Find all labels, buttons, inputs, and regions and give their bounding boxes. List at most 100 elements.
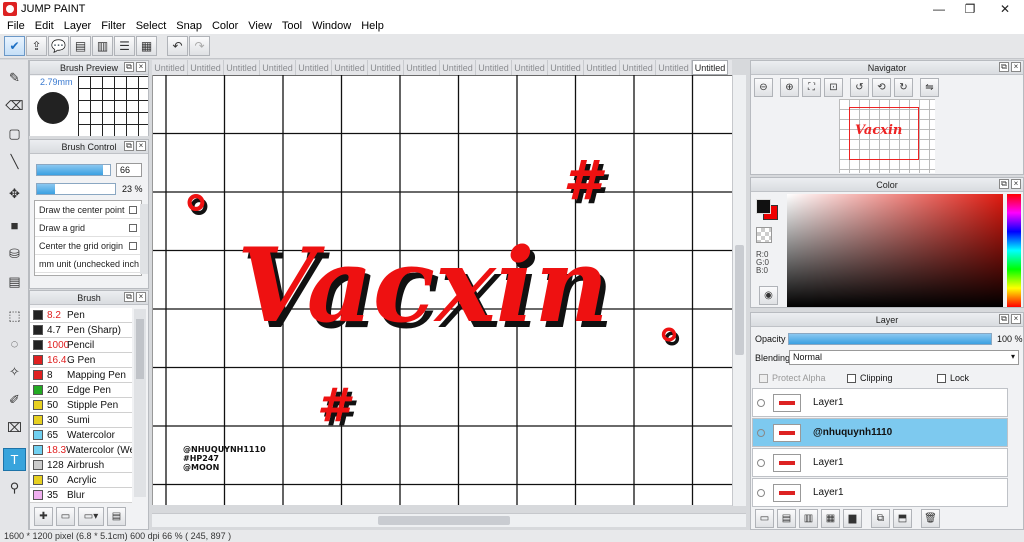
layer-opacity-slider[interactable] xyxy=(788,333,992,345)
duplicate-layer-icon[interactable]: ⧉ xyxy=(871,508,890,528)
navigator-thumbnail[interactable]: Vacxin xyxy=(839,99,935,173)
move-tool-icon[interactable]: ✥ xyxy=(3,182,26,205)
menu-color[interactable]: Color xyxy=(207,20,243,32)
document-tab[interactable]: Untitled xyxy=(368,60,404,75)
zoom-out-icon[interactable]: ⊖ xyxy=(754,78,773,97)
document-tab[interactable]: Untitled xyxy=(404,60,440,75)
transparent-color-icon[interactable] xyxy=(756,227,772,243)
brush-item[interactable]: 18.3 Watercolor (We xyxy=(30,443,132,458)
magic-wand-icon[interactable]: ✧ xyxy=(3,360,26,383)
brush-item[interactable]: 35 Blur xyxy=(30,488,132,503)
select-pen-icon[interactable]: ✐ xyxy=(3,388,26,411)
drawing-canvas[interactable]: Vacxin Vacxin ° ° ° ° # # # # @NHUQUYNH1… xyxy=(152,75,732,505)
menu-filter[interactable]: Filter xyxy=(96,20,130,32)
menu-select[interactable]: Select xyxy=(131,20,172,32)
brush-item[interactable]: 30 Sumi xyxy=(30,413,132,428)
export-icon[interactable]: ⇪ xyxy=(26,36,47,56)
actual-size-icon[interactable]: ⊡ xyxy=(824,78,843,97)
option-mm-unit[interactable]: mm unit (unchecked inch xyxy=(35,255,141,273)
float-icon[interactable]: ⧉ xyxy=(124,62,134,72)
menu-window[interactable]: Window xyxy=(307,20,356,32)
option-grid-origin[interactable]: Center the grid origin xyxy=(35,237,141,255)
check-icon[interactable]: ✔ xyxy=(4,36,25,56)
brush-menu-icon[interactable]: ▭▾ xyxy=(78,506,104,526)
undo-icon[interactable]: ↶ xyxy=(167,36,188,56)
document-tab[interactable]: Untitled xyxy=(296,60,332,75)
close-icon[interactable]: × xyxy=(1011,179,1021,189)
merge-layer-icon[interactable]: ⬒ xyxy=(893,508,912,528)
layer-item[interactable]: Layer1 xyxy=(752,448,1008,477)
primary-color-swatch[interactable] xyxy=(756,199,771,214)
brush-opacity-slider[interactable] xyxy=(36,183,116,195)
float-icon[interactable]: ⧉ xyxy=(124,292,134,302)
document-tab[interactable]: Untitled xyxy=(332,60,368,75)
menu-snap[interactable]: Snap xyxy=(171,20,207,32)
option-draw-grid[interactable]: Draw a grid xyxy=(35,219,141,237)
scroll-thumb[interactable] xyxy=(378,516,510,525)
clipping-checkbox[interactable] xyxy=(847,374,856,383)
lasso-icon[interactable]: ◌ xyxy=(3,332,26,355)
document-tab[interactable]: Untitled xyxy=(512,60,548,75)
checkbox[interactable] xyxy=(129,205,137,214)
float-icon[interactable]: ⧉ xyxy=(999,62,1009,72)
brush-settings-icon[interactable]: ▤ xyxy=(107,506,126,526)
visibility-toggle-icon[interactable] xyxy=(757,488,765,497)
hue-slider[interactable] xyxy=(1007,194,1021,307)
brush-item[interactable]: 50 Acrylic xyxy=(30,473,132,488)
brush-item[interactable]: 8.2 Pen xyxy=(30,308,132,323)
document-tab[interactable]: Untitled xyxy=(188,60,224,75)
options-scrollbar[interactable] xyxy=(140,204,148,274)
rotate-left-icon[interactable]: ↺ xyxy=(850,78,869,97)
list-icon[interactable]: ☰ xyxy=(114,36,135,56)
brush-item[interactable]: 1000 Pencil xyxy=(30,338,132,353)
menu-help[interactable]: Help xyxy=(356,20,389,32)
speech-bubble-icon[interactable]: 💬 xyxy=(48,36,69,56)
trash-icon[interactable]: 🗑 xyxy=(921,508,940,528)
blending-select[interactable]: Normal ▾ xyxy=(789,350,1019,365)
maximize-button[interactable]: ❐ xyxy=(953,0,987,18)
page-icon[interactable]: ▥ xyxy=(92,36,113,56)
rectangle-tool-icon[interactable]: ▢ xyxy=(3,122,26,145)
eyedropper-icon[interactable]: ⚲ xyxy=(3,476,26,499)
document-tab[interactable]: Untitled xyxy=(476,60,512,75)
layer-item[interactable]: Layer1 xyxy=(752,478,1008,507)
menu-file[interactable]: File xyxy=(2,20,30,32)
close-icon[interactable]: × xyxy=(136,141,146,151)
menu-tool[interactable]: Tool xyxy=(277,20,307,32)
rotate-right-icon[interactable]: ↻ xyxy=(894,78,913,97)
brush-item[interactable]: 8 Mapping Pen xyxy=(30,368,132,383)
new-tone-layer-icon[interactable]: ▦ xyxy=(821,508,840,528)
close-icon[interactable]: × xyxy=(136,62,146,72)
redo-icon[interactable]: ↷ xyxy=(189,36,210,56)
new-layer-icon[interactable]: ▭ xyxy=(755,508,774,528)
brush-item[interactable]: 20 Edge Pen xyxy=(30,383,132,398)
brush-list-scrollbar[interactable] xyxy=(134,309,146,497)
grid-settings-icon[interactable]: ▦ xyxy=(136,36,157,56)
menu-layer[interactable]: Layer xyxy=(59,20,97,32)
checkbox[interactable] xyxy=(129,223,137,232)
canvas-horizontal-scrollbar[interactable] xyxy=(152,513,746,527)
menu-view[interactable]: View xyxy=(243,20,277,32)
flip-icon[interactable]: ⇋ xyxy=(920,78,939,97)
line-tool-icon[interactable]: ╲ xyxy=(3,150,26,173)
brush-item[interactable]: 50 Stipple Pen xyxy=(30,398,132,413)
reset-rotation-icon[interactable]: ⟲ xyxy=(872,78,891,97)
fill-rect-tool-icon[interactable]: ■ xyxy=(3,214,26,237)
select-rect-icon[interactable]: ⬚ xyxy=(3,304,26,327)
comment-icon[interactable]: ▤ xyxy=(70,36,91,56)
close-icon[interactable]: × xyxy=(1011,314,1021,324)
brush-size-slider[interactable] xyxy=(36,164,111,176)
brush-item[interactable]: 65 Watercolor xyxy=(30,428,132,443)
option-center-point[interactable]: Draw the center point xyxy=(35,201,141,219)
eraser-tool-icon[interactable]: ⌫ xyxy=(3,94,26,117)
close-icon[interactable]: × xyxy=(136,292,146,302)
zoom-in-icon[interactable]: ⊕ xyxy=(780,78,799,97)
new-mask-layer-icon[interactable]: ▤ xyxy=(777,508,796,528)
text-tool-icon[interactable]: T xyxy=(3,448,26,471)
close-icon[interactable]: × xyxy=(1011,62,1021,72)
saturation-value-picker[interactable] xyxy=(787,194,1003,307)
document-tab[interactable]: Untitled xyxy=(224,60,260,75)
document-tab[interactable]: Untitled xyxy=(152,60,188,75)
document-tab[interactable]: Untitled xyxy=(548,60,584,75)
folder-icon[interactable]: ▆ xyxy=(843,508,862,528)
